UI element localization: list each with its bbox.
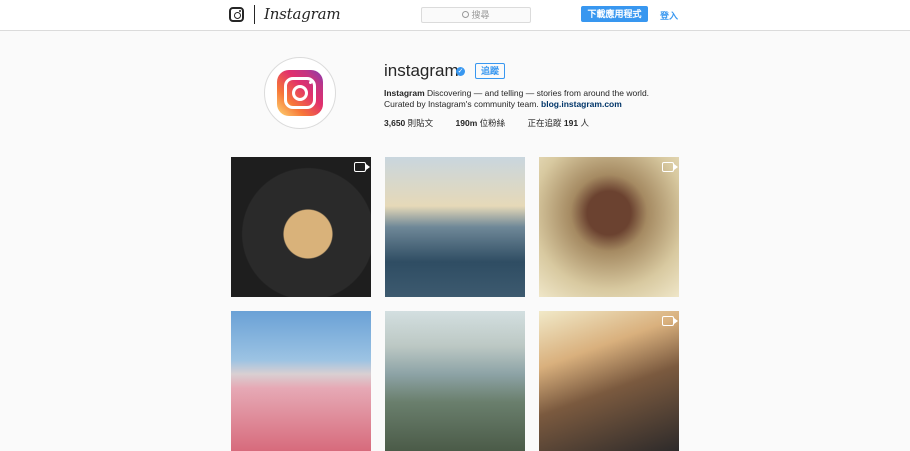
video-icon xyxy=(662,316,678,326)
profile-avatar[interactable] xyxy=(264,57,336,129)
profile-bio: Instagram Discovering — and telling — st… xyxy=(384,88,684,110)
bio-name: Instagram xyxy=(384,88,425,98)
profile-username: instagram xyxy=(384,61,459,80)
top-nav: Instagram 搜尋 下載應用程式 登入 xyxy=(0,0,910,31)
profile-stats: 3,650 則貼文 190m 位粉絲 正在追蹤 191 人 xyxy=(384,117,609,129)
post-thumbnail[interactable] xyxy=(231,311,371,451)
bio-text-line1: Discovering — and telling — stories from… xyxy=(424,88,650,98)
post-thumbnail[interactable] xyxy=(385,311,525,451)
stat-followers[interactable]: 190m 位粉絲 xyxy=(456,118,506,128)
bio-link[interactable]: blog.instagram.com xyxy=(541,99,622,109)
instagram-camera-icon[interactable] xyxy=(229,7,244,22)
login-link[interactable]: 登入 xyxy=(660,9,678,22)
search-icon xyxy=(462,11,470,18)
logo-divider xyxy=(254,5,255,24)
verified-badge-icon: ✓ xyxy=(456,67,465,76)
stat-posts: 3,650 則貼文 xyxy=(384,118,434,128)
follow-button[interactable]: 追蹤 xyxy=(475,63,505,79)
video-icon xyxy=(354,162,370,172)
post-thumbnail[interactable] xyxy=(539,157,679,297)
search-placeholder: 搜尋 xyxy=(471,10,490,20)
download-app-button[interactable]: 下載應用程式 xyxy=(581,6,648,22)
instagram-logo-icon xyxy=(277,70,323,116)
video-icon xyxy=(662,162,678,172)
post-thumbnail[interactable] xyxy=(385,157,525,297)
post-thumbnail[interactable] xyxy=(231,157,371,297)
bio-text-line2: Curated by Instagram's community team. xyxy=(384,99,542,109)
stat-following[interactable]: 正在追蹤 191 人 xyxy=(528,118,589,128)
post-thumbnail[interactable] xyxy=(539,311,679,451)
search-input[interactable]: 搜尋 xyxy=(421,7,531,23)
instagram-wordmark[interactable]: Instagram xyxy=(264,5,341,23)
